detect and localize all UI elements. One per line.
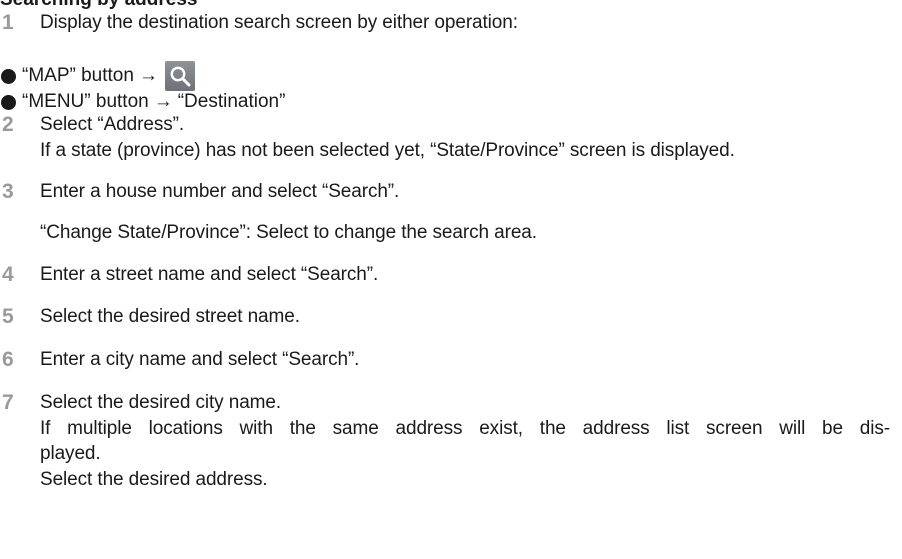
arrow-icon: →: [138, 65, 158, 86]
bullet-destination: “Destination”: [177, 91, 286, 112]
manual-page: Searching by address 1 Display the desti…: [0, 0, 902, 559]
step-text: Enter a street name and select “Search”.: [40, 264, 379, 285]
step-1: 1 Display the destination search screen …: [0, 12, 518, 34]
step-7-note-line-1: If multiple locations with the same addr…: [40, 418, 890, 439]
step-text: Select “Address”.: [40, 114, 185, 135]
step-text: Display the destination search screen by…: [40, 12, 518, 33]
step-5: 5 Select the desired street name.: [0, 306, 300, 328]
step-2-note: If a state (province) has not been selec…: [40, 140, 735, 161]
step-number: 3: [2, 180, 14, 203]
step-2: 2 Select “Address”.: [0, 114, 184, 136]
step-number: 5: [2, 305, 14, 328]
step-7-note-line-2: played.: [40, 443, 101, 464]
step-text: Select the desired street name.: [40, 306, 300, 327]
bullet-text: “MAP” button: [22, 65, 134, 86]
step-number: 2: [2, 113, 14, 136]
step-4: 4 Enter a street name and select “Search…: [0, 264, 378, 286]
step-text: Enter a house number and select “Search”…: [40, 181, 400, 202]
step-number: 1: [2, 11, 14, 34]
search-icon: [164, 61, 195, 91]
step-number: 6: [2, 348, 14, 371]
step-number: 4: [2, 263, 14, 286]
step-7: 7 Select the desired city name.: [0, 392, 281, 414]
bullet-map-button: “MAP” button →: [0, 61, 195, 91]
step-3-note: “Change State/Province”: Select to chang…: [40, 222, 537, 243]
step-7-note-line-3: Select the desired address.: [40, 469, 268, 490]
bullet-text: “MENU” button: [22, 91, 149, 112]
step-3: 3 Enter a house number and select “Searc…: [0, 181, 399, 203]
bullet-icon: [1, 68, 16, 84]
arrow-icon: →: [153, 91, 173, 112]
step-text: Select the desired city name.: [40, 392, 282, 413]
step-text: Enter a city name and select “Search”.: [40, 349, 360, 370]
section-heading: Searching by address: [0, 0, 197, 9]
bullet-icon: [1, 94, 16, 110]
step-6: 6 Enter a city name and select “Search”.: [0, 349, 359, 371]
step-number: 7: [2, 391, 14, 414]
bullet-menu-button: “MENU” button → “Destination”: [0, 91, 285, 113]
